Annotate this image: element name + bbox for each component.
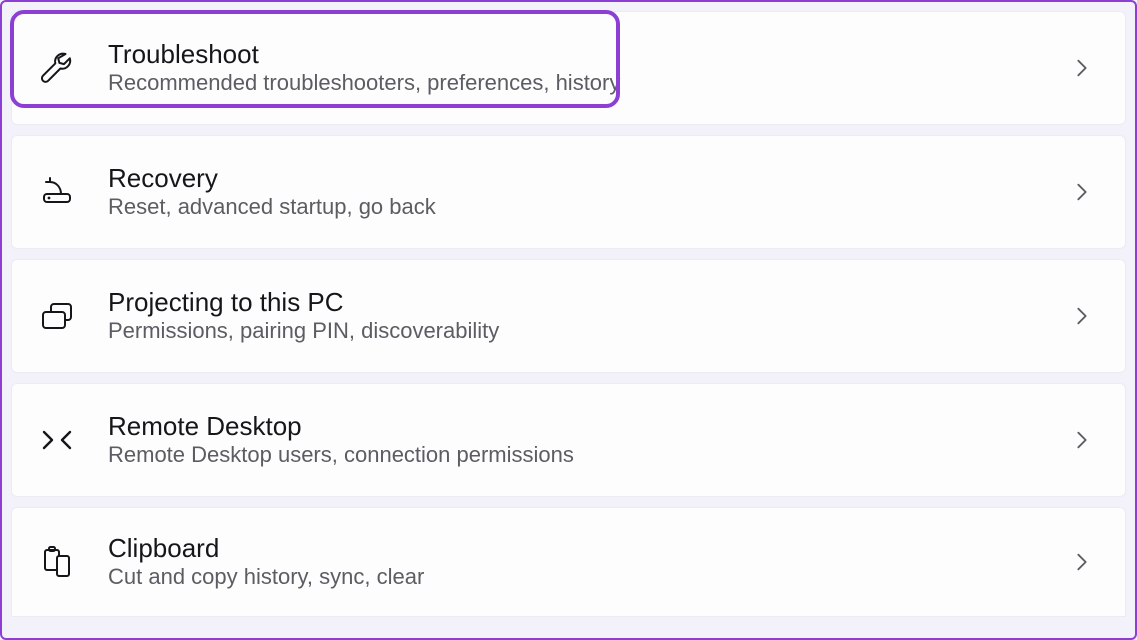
settings-row-recovery[interactable]: Recovery Reset, advanced startup, go bac…: [11, 135, 1126, 249]
remote-desktop-icon: [34, 417, 80, 463]
row-subtitle: Permissions, pairing PIN, discoverabilit…: [108, 318, 1071, 344]
chevron-right-icon: [1071, 429, 1093, 451]
row-title: Recovery: [108, 164, 1071, 193]
row-text-group: Projecting to this PC Permissions, pairi…: [108, 288, 1071, 345]
settings-system-list: Troubleshoot Recommended troubleshooters…: [0, 0, 1137, 640]
row-title: Remote Desktop: [108, 412, 1071, 441]
row-text-group: Clipboard Cut and copy history, sync, cl…: [108, 534, 1071, 591]
chevron-right-icon: [1071, 305, 1093, 327]
row-text-group: Remote Desktop Remote Desktop users, con…: [108, 412, 1071, 469]
chevron-right-icon: [1071, 551, 1093, 573]
settings-row-troubleshoot[interactable]: Troubleshoot Recommended troubleshooters…: [11, 11, 1126, 125]
row-subtitle: Remote Desktop users, connection permiss…: [108, 442, 1071, 468]
chevron-right-icon: [1071, 57, 1093, 79]
row-subtitle: Recommended troubleshooters, preferences…: [108, 70, 1071, 96]
row-subtitle: Reset, advanced startup, go back: [108, 194, 1071, 220]
row-text-group: Troubleshoot Recommended troubleshooters…: [108, 40, 1071, 97]
recovery-icon: [34, 169, 80, 215]
row-text-group: Recovery Reset, advanced startup, go bac…: [108, 164, 1071, 221]
row-title: Clipboard: [108, 534, 1071, 563]
row-title: Troubleshoot: [108, 40, 1071, 69]
settings-row-clipboard[interactable]: Clipboard Cut and copy history, sync, cl…: [11, 507, 1126, 617]
projecting-icon: [34, 293, 80, 339]
chevron-right-icon: [1071, 181, 1093, 203]
settings-row-projecting[interactable]: Projecting to this PC Permissions, pairi…: [11, 259, 1126, 373]
clipboard-icon: [34, 539, 80, 585]
settings-row-remote-desktop[interactable]: Remote Desktop Remote Desktop users, con…: [11, 383, 1126, 497]
row-subtitle: Cut and copy history, sync, clear: [108, 564, 1071, 590]
row-title: Projecting to this PC: [108, 288, 1071, 317]
wrench-icon: [34, 45, 80, 91]
